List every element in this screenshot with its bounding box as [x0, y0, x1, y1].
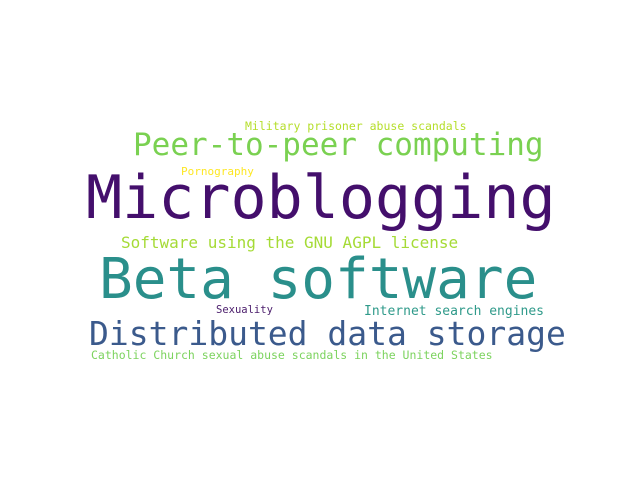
- word-catholic-church-sexual-abuse-scandals: Catholic Church sexual abuse scandals in…: [91, 348, 493, 362]
- word-peer-to-peer-computing: Peer-to-peer computing: [133, 127, 544, 163]
- word-distributed-data-storage: Distributed data storage: [89, 314, 566, 353]
- word-cloud: Military prisoner abuse scandals Peer-to…: [0, 0, 640, 480]
- word-beta-software: Beta software: [99, 247, 538, 312]
- word-microblogging: Microblogging: [86, 163, 556, 233]
